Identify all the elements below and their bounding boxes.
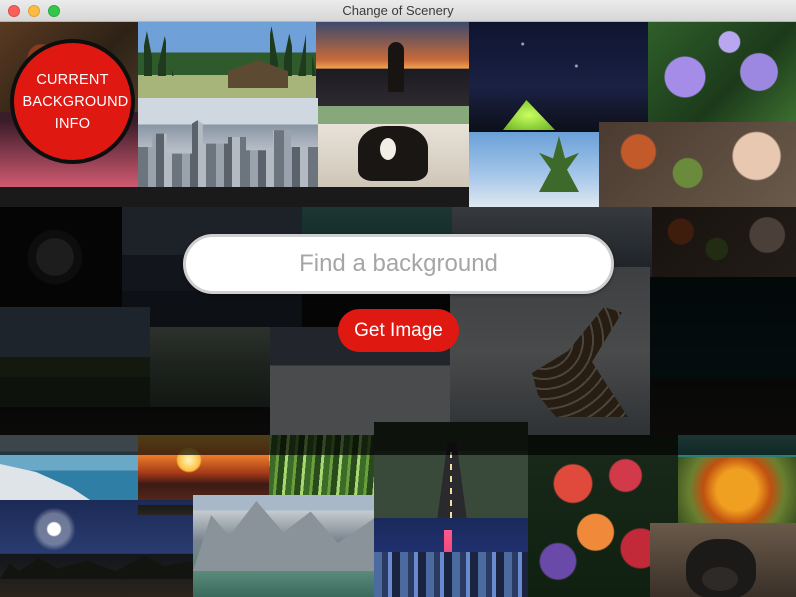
- tile-gorilla: [650, 523, 796, 597]
- tile-pineapple: [469, 132, 599, 207]
- tile-night-tent: [469, 22, 648, 132]
- tile-strip: [138, 187, 469, 207]
- tile-shanghai-night: [374, 518, 528, 597]
- tile-mountain-lake: [193, 495, 374, 597]
- title-bar: Change of Scenery: [0, 0, 796, 22]
- window-title: Change of Scenery: [342, 3, 454, 18]
- info-badge-label: CURRENT BACKGROUND INFO: [22, 71, 129, 132]
- tile-purple-lotus: [648, 22, 796, 122]
- tile-beach-silhouette: [316, 22, 469, 106]
- tile-strip-left: [0, 187, 138, 207]
- tile-forest-cabin: [138, 22, 316, 98]
- current-background-info-button[interactable]: CURRENT BACKGROUND INFO: [10, 39, 135, 164]
- tile-autumn-leaves: [678, 457, 796, 523]
- get-image-button[interactable]: Get Image: [338, 309, 459, 352]
- tile-dog-on-beach: [318, 106, 469, 187]
- tile-city-skyline: [138, 98, 318, 187]
- tile-food-table: [599, 122, 796, 207]
- background-search-input[interactable]: [183, 234, 614, 294]
